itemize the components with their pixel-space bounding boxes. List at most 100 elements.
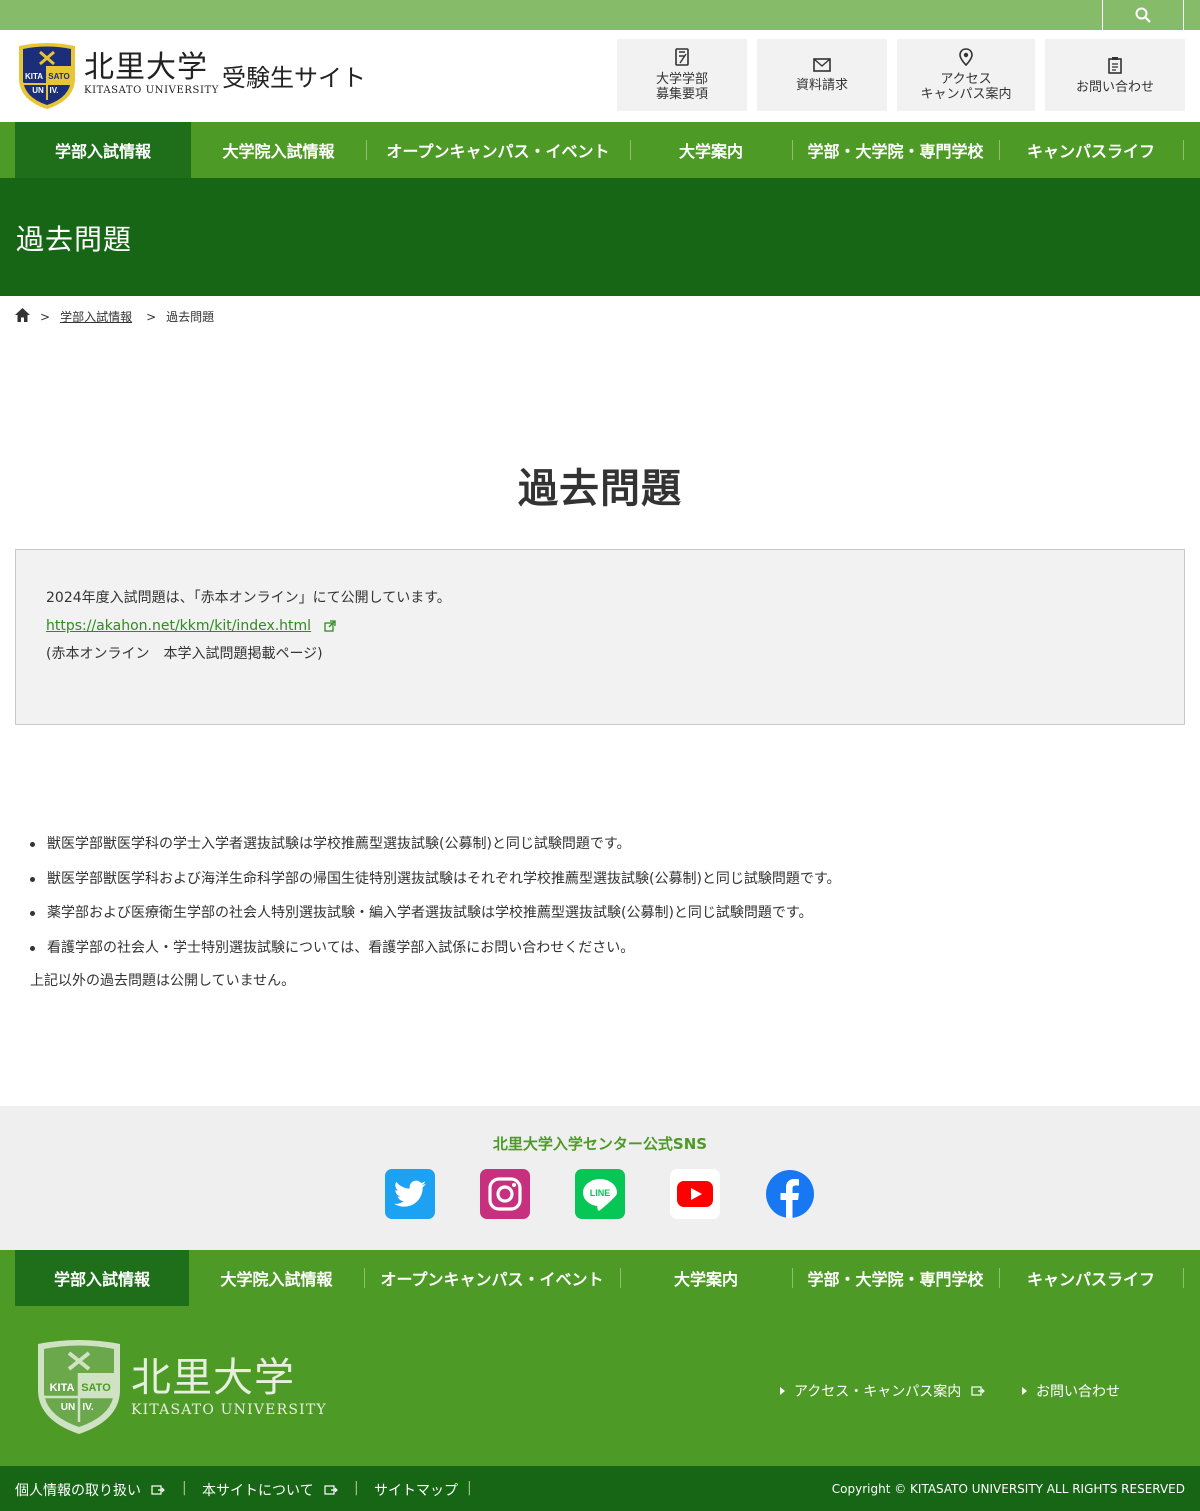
twitter-link[interactable] xyxy=(385,1169,435,1219)
facebook-icon xyxy=(766,1170,814,1218)
twitter-icon xyxy=(394,1180,426,1207)
external-link-icon xyxy=(323,1485,338,1495)
nav-item-undergrad-admissions[interactable]: 学部入試情報 xyxy=(15,122,191,178)
svg-text:KITA: KITA xyxy=(25,72,43,81)
footer-brand-en: KITASATO UNIVERSITY xyxy=(131,1402,327,1418)
brochure-request-label: 資料請求 xyxy=(795,77,848,93)
nav-item-about[interactable]: 大学案内 xyxy=(630,122,792,178)
access-campus-button[interactable]: アクセス キャンパス案内 xyxy=(897,39,1035,111)
footer-nav-campus-life[interactable]: キャンパスライフ xyxy=(999,1250,1183,1306)
youtube-link[interactable] xyxy=(670,1169,720,1219)
footer-contact-label: お問い合わせ xyxy=(1036,1384,1120,1400)
home-icon xyxy=(15,308,30,322)
page-title: 過去問題 xyxy=(16,223,133,256)
sns-title: 北里大学入学センター公式SNS xyxy=(492,1135,708,1153)
footer-nav-faculties[interactable]: 学部・大学院・専門学校 xyxy=(792,1250,999,1306)
footer-contact-link[interactable]: お問い合わせ xyxy=(1022,1381,1120,1401)
notes-footer-text: 上記以外の過去問題は公開していません。 xyxy=(30,973,296,989)
guidelines-label-2: 募集要項 xyxy=(655,87,708,102)
map-pin-icon xyxy=(959,48,973,66)
footer-nav-open-campus[interactable]: オープンキャンパス・イベント xyxy=(364,1250,620,1306)
svg-text:KITA: KITA xyxy=(50,1382,75,1394)
external-link-icon xyxy=(151,1485,165,1495)
search-icon xyxy=(1135,7,1151,23)
page-heading: 過去問題 xyxy=(518,466,682,512)
breadcrumb-undergrad-admissions[interactable]: 学部入試情報 xyxy=(60,308,132,325)
brochure-request-button[interactable]: 資料請求 xyxy=(757,39,887,111)
university-crest-logo: KITA SATO UN IV. xyxy=(19,43,75,109)
brand-name-jp: 北里大学 xyxy=(84,50,208,85)
footer-access-link[interactable]: アクセス・キャンパス案内 xyxy=(780,1381,986,1401)
info-box: 2024年度入試問題は、「赤本オンライン」にて公開しています。 https://… xyxy=(15,549,1185,725)
instagram-link[interactable] xyxy=(480,1169,530,1219)
copyright: Copyright © KITASATO UNIVERSITY ALL RIGH… xyxy=(831,1482,1185,1496)
sns-section: 北里大学入学センター公式SNS LINE xyxy=(0,1106,1200,1250)
mail-icon xyxy=(813,57,831,72)
brand[interactable]: 北里大学 KITASATO UNIVERSITY xyxy=(84,50,219,97)
list-item: 薬学部および医療衛生学部の社会人特別選抜試験・編入学者選抜試験は学校推薦型選抜試… xyxy=(30,899,841,934)
instagram-icon xyxy=(488,1177,522,1211)
footer-nav: 学部入試情報 大学院入試情報 オープンキャンパス・イベント 大学案内 学部・大学… xyxy=(0,1250,1200,1306)
svg-text:SATO: SATO xyxy=(48,72,69,81)
book-icon xyxy=(675,48,689,66)
guidelines-label-1: 大学学部 xyxy=(655,72,708,87)
nav-item-faculties[interactable]: 学部・大学院・専門学校 xyxy=(792,122,999,178)
footer-crest-logo: KITA SATO UN IV. xyxy=(38,1340,120,1434)
top-bar xyxy=(0,0,1200,30)
contact-label: お問い合わせ xyxy=(1075,79,1154,95)
footer-access-label: アクセス・キャンパス案内 xyxy=(794,1384,962,1400)
info-caption: (赤本オンライン 本学入試問題掲載ページ) xyxy=(46,646,323,662)
breadcrumb-current: 過去問題 xyxy=(166,310,215,324)
access-label-2: キャンパス案内 xyxy=(920,87,1012,102)
nav-item-open-campus[interactable]: オープンキャンパス・イベント xyxy=(366,122,630,178)
line-link[interactable]: LINE xyxy=(575,1169,625,1219)
about-site-link[interactable]: 本サイトについて xyxy=(202,1480,338,1500)
footer-nav-grad-admissions[interactable]: 大学院入試情報 xyxy=(189,1250,364,1306)
footer-nav-undergrad-admissions[interactable]: 学部入試情報 xyxy=(15,1250,189,1306)
access-label-1: アクセス xyxy=(940,72,992,87)
triangle-bullet-icon xyxy=(780,1387,785,1395)
external-link-icon xyxy=(323,620,336,632)
info-text: 2024年度入試問題は、「赤本オンライン」にて公開しています。 xyxy=(46,590,451,606)
site-header: KITA SATO UN IV. 北里大学 KITASATO UNIVERSIT… xyxy=(0,30,1200,122)
sitemap-link[interactable]: サイトマップ xyxy=(374,1480,458,1500)
footer-divider: | xyxy=(182,1480,187,1496)
akahon-link[interactable]: https://akahon.net/kkm/kit/index.html xyxy=(46,618,311,634)
svg-text:SATO: SATO xyxy=(81,1382,111,1394)
sitemap-label: サイトマップ xyxy=(374,1483,458,1499)
nav-divider xyxy=(1183,140,1184,160)
svg-text:UN: UN xyxy=(32,86,44,95)
facebook-link[interactable] xyxy=(765,1169,815,1219)
footer-nav-about[interactable]: 大学案内 xyxy=(620,1250,792,1306)
contact-button[interactable]: お問い合わせ xyxy=(1045,39,1185,111)
footer-divider: | xyxy=(354,1480,359,1496)
privacy-policy-link[interactable]: 個人情報の取り扱い xyxy=(15,1480,165,1500)
about-site-label: 本サイトについて xyxy=(202,1483,314,1499)
svg-text:IV.: IV. xyxy=(49,86,58,95)
brand-name-en: KITASATO UNIVERSITY xyxy=(84,85,219,96)
breadcrumb-separator: > xyxy=(40,309,51,324)
list-item: 獣医学部獣医学科および海洋生命科学部の帰国生徒特別選抜試験はそれぞれ学校推薦型選… xyxy=(30,865,841,900)
nav-divider xyxy=(1183,1268,1184,1288)
notes-section: 獣医学部獣医学科の学士入学者選抜試験は学校推薦型選抜試験(公募制)と同じ試験問題… xyxy=(30,830,841,995)
footer-divider: | xyxy=(467,1480,472,1496)
bottom-bar: 個人情報の取り扱い | 本サイトについて | サイトマップ | Copyrigh… xyxy=(0,1466,1200,1511)
global-nav: 学部入試情報 大学院入試情報 オープンキャンパス・イベント 大学案内 学部・大学… xyxy=(0,122,1200,178)
home-link[interactable] xyxy=(15,308,30,325)
footer-brand: 北里大学 KITASATO UNIVERSITY xyxy=(131,1356,327,1418)
notes-list: 獣医学部獣医学科の学士入学者選抜試験は学校推薦型選抜試験(公募制)と同じ試験問題… xyxy=(30,830,841,968)
breadcrumb-separator: > xyxy=(146,309,157,324)
svg-text:UN: UN xyxy=(61,1402,75,1413)
nav-item-campus-life[interactable]: キャンパスライフ xyxy=(999,122,1183,178)
privacy-policy-label: 個人情報の取り扱い xyxy=(15,1483,141,1499)
nav-item-grad-admissions[interactable]: 大学院入試情報 xyxy=(191,122,366,178)
triangle-bullet-icon xyxy=(1022,1387,1027,1395)
guidelines-button[interactable]: 大学学部 募集要項 xyxy=(617,39,747,111)
list-item: 看護学部の社会人・学士特別選抜試験については、看護学部入試係にお問い合わせくださ… xyxy=(30,934,841,969)
search-button[interactable] xyxy=(1102,0,1184,30)
svg-text:LINE: LINE xyxy=(590,1188,611,1198)
site-footer: KITA SATO UN IV. 北里大学 KITASATO UNIVERSIT… xyxy=(0,1306,1200,1466)
youtube-icon xyxy=(677,1181,713,1207)
svg-text:IV.: IV. xyxy=(82,1402,94,1413)
site-name[interactable]: 受験生サイト xyxy=(222,58,366,93)
